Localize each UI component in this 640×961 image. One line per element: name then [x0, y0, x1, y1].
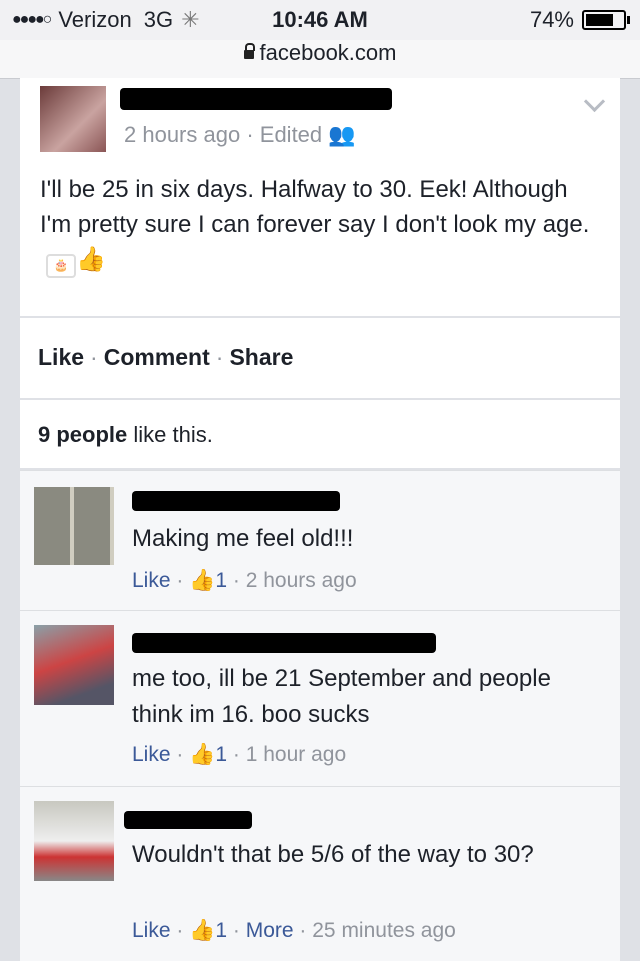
- post-time[interactable]: 2 hours ago: [124, 122, 240, 147]
- comment-item: me too, ill be 21 September and people t…: [20, 610, 620, 787]
- like-icon: 👍: [189, 919, 216, 942]
- likes-summary: 9 people like this.: [20, 400, 620, 468]
- likes-count[interactable]: 9 people: [38, 422, 127, 447]
- status-bar: ●●●●○ Verizon 3G ✳ 10:46 AM 74%: [0, 0, 640, 40]
- post-body: I'll be 25 in six days. Halfway to 30. E…: [40, 176, 590, 238]
- comment-like-button[interactable]: Like: [132, 569, 171, 592]
- commenter-avatar[interactable]: [34, 487, 114, 565]
- birthday-cake-icon: 🎂: [46, 254, 76, 278]
- post-text: I'll be 25 in six days. Halfway to 30. E…: [40, 172, 600, 278]
- comment-time[interactable]: 2 hours ago: [246, 569, 357, 592]
- battery-icon: [582, 10, 630, 30]
- post-card: 2 hours ago · Edited 👥 I'll be 25 in six…: [20, 78, 620, 316]
- like-icon: 👍: [76, 246, 106, 273]
- separator: ·: [215, 344, 224, 370]
- comment-item: Wouldn't that be 5/6 of the way to 30? L…: [20, 786, 620, 961]
- likes-text: like this.: [133, 422, 213, 447]
- comment-time[interactable]: 25 minutes ago: [312, 919, 456, 942]
- comment-item: Making me feel old!!! Like · 👍1 · 2 hour…: [20, 470, 620, 611]
- author-name-redacted: [120, 88, 392, 110]
- comment-like-button[interactable]: Like: [132, 743, 171, 766]
- comment-like-count[interactable]: 1: [215, 743, 227, 766]
- like-button[interactable]: Like: [38, 344, 84, 370]
- address-bar[interactable]: facebook.com: [0, 40, 640, 79]
- comment-more-button[interactable]: More: [246, 919, 294, 942]
- comment-button[interactable]: Comment: [104, 344, 210, 370]
- comment-time[interactable]: 1 hour ago: [246, 743, 346, 766]
- separator: ·: [90, 344, 98, 370]
- share-button[interactable]: Share: [229, 344, 293, 370]
- comment-meta: Like · 👍1 · More · 25 minutes ago: [132, 919, 456, 942]
- lock-icon: [243, 43, 255, 59]
- comment-like-count[interactable]: 1: [215, 569, 227, 592]
- post-meta: 2 hours ago · Edited 👥: [124, 122, 356, 148]
- post-edited[interactable]: · Edited: [246, 122, 322, 147]
- comment-text: Wouldn't that be 5/6 of the way to 30?: [132, 841, 534, 868]
- comment-text: me too, ill be 21 September and people t…: [132, 665, 551, 728]
- commenter-name-redacted: [132, 633, 436, 653]
- commenter-name-redacted: [124, 811, 252, 829]
- like-icon: 👍: [189, 569, 216, 592]
- post-actions: Like · Comment · Share: [20, 318, 620, 398]
- battery-percent: 74%: [529, 7, 574, 32]
- chevron-down-icon[interactable]: [583, 90, 606, 113]
- comment-like-count[interactable]: 1: [215, 919, 227, 942]
- commenter-name-redacted: [132, 491, 340, 511]
- url-text: facebook.com: [259, 40, 397, 65]
- battery-info: 74%: [529, 7, 630, 33]
- comment-text: Making me feel old!!!: [132, 525, 354, 552]
- comment-like-button[interactable]: Like: [132, 919, 171, 942]
- commenter-avatar[interactable]: [34, 801, 114, 881]
- friends-audience-icon: 👥: [328, 122, 356, 147]
- commenter-avatar[interactable]: [34, 625, 114, 705]
- comment-meta: Like · 👍1 · 2 hours ago: [132, 569, 357, 592]
- like-icon: 👍: [189, 743, 216, 766]
- author-avatar[interactable]: [40, 86, 106, 152]
- comment-meta: Like · 👍1 · 1 hour ago: [132, 743, 347, 766]
